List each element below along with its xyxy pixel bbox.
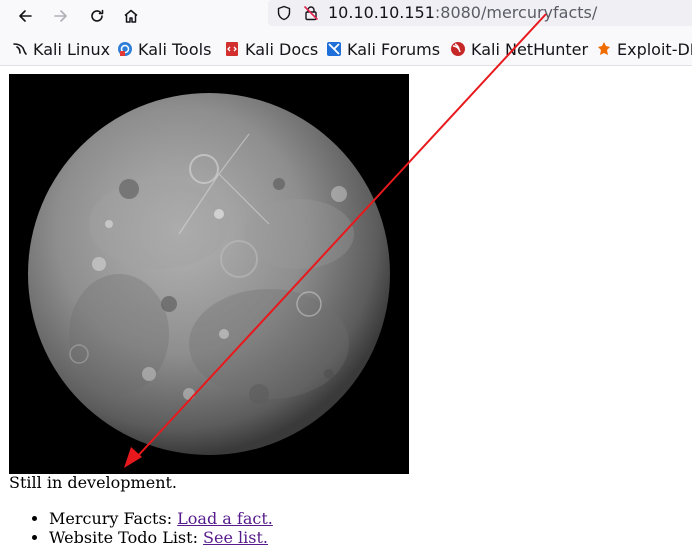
url-text[interactable]: 10.10.10.151:8080/mercuryfacts/	[328, 3, 597, 22]
see-list-link[interactable]: See list.	[203, 528, 268, 547]
url-host: 10.10.10.151	[328, 3, 435, 22]
forward-icon	[54, 10, 67, 22]
bookmark-label: Exploit-DB	[617, 39, 692, 59]
mercury-planet-icon	[9, 74, 409, 474]
mercury-planet-image	[9, 74, 409, 474]
bookmark-label: Kali NetHunter	[471, 39, 589, 59]
forward-button[interactable]	[47, 2, 75, 30]
bookmark-kali-tools[interactable]: Kali Tools	[117, 38, 211, 60]
kali-nethunter-icon	[450, 41, 466, 57]
page-content: Still in development. Mercury Facts: Loa…	[0, 66, 692, 559]
bookmark-kali-forums[interactable]: Kali Forums	[326, 38, 440, 60]
load-fact-link[interactable]: Load a fact.	[177, 509, 273, 528]
bookmark-kali-docs[interactable]: Kali Docs	[224, 38, 318, 60]
exploit-db-icon	[596, 41, 612, 57]
kali-tools-icon	[117, 41, 133, 57]
item-label: Website Todo List:	[49, 528, 204, 547]
bookmark-label: Kali Docs	[245, 39, 319, 59]
shield-icon[interactable]	[276, 5, 292, 21]
list-item: Website Todo List: See list.	[49, 528, 273, 547]
reload-icon	[91, 9, 104, 22]
bookmark-kali-linux[interactable]: Kali Linux	[12, 38, 110, 60]
kali-dragon-icon	[12, 41, 28, 57]
bookmarks-toolbar: Kali Linux Kali Tools Kali Docs Kali For…	[0, 32, 692, 66]
bookmark-label: Kali Tools	[138, 39, 212, 59]
bookmark-kali-nethunter[interactable]: Kali NetHunter	[450, 38, 588, 60]
kali-forums-icon	[326, 41, 342, 57]
kali-docs-icon	[224, 41, 240, 57]
browser-toolbar: 10.10.10.151:8080/mercuryfacts/	[0, 0, 692, 32]
reload-button[interactable]	[83, 2, 111, 30]
list-item: Mercury Facts: Load a fact.	[49, 509, 273, 528]
home-button[interactable]	[117, 2, 145, 30]
insecure-lock-icon[interactable]	[303, 5, 319, 21]
item-label: Mercury Facts:	[49, 509, 178, 528]
bookmark-exploit-db[interactable]: Exploit-DB	[596, 38, 692, 60]
back-button[interactable]	[11, 2, 39, 30]
back-icon	[19, 10, 32, 22]
home-icon	[124, 9, 138, 23]
bookmark-label: Kali Forums	[347, 39, 441, 59]
bookmark-label: Kali Linux	[33, 39, 111, 59]
url-path: :8080/mercuryfacts/	[434, 3, 598, 22]
status-text: Still in development.	[9, 473, 178, 492]
url-bar[interactable]: 10.10.10.151:8080/mercuryfacts/	[268, 0, 692, 26]
links-list: Mercury Facts: Load a fact. Website Todo…	[0, 509, 273, 547]
